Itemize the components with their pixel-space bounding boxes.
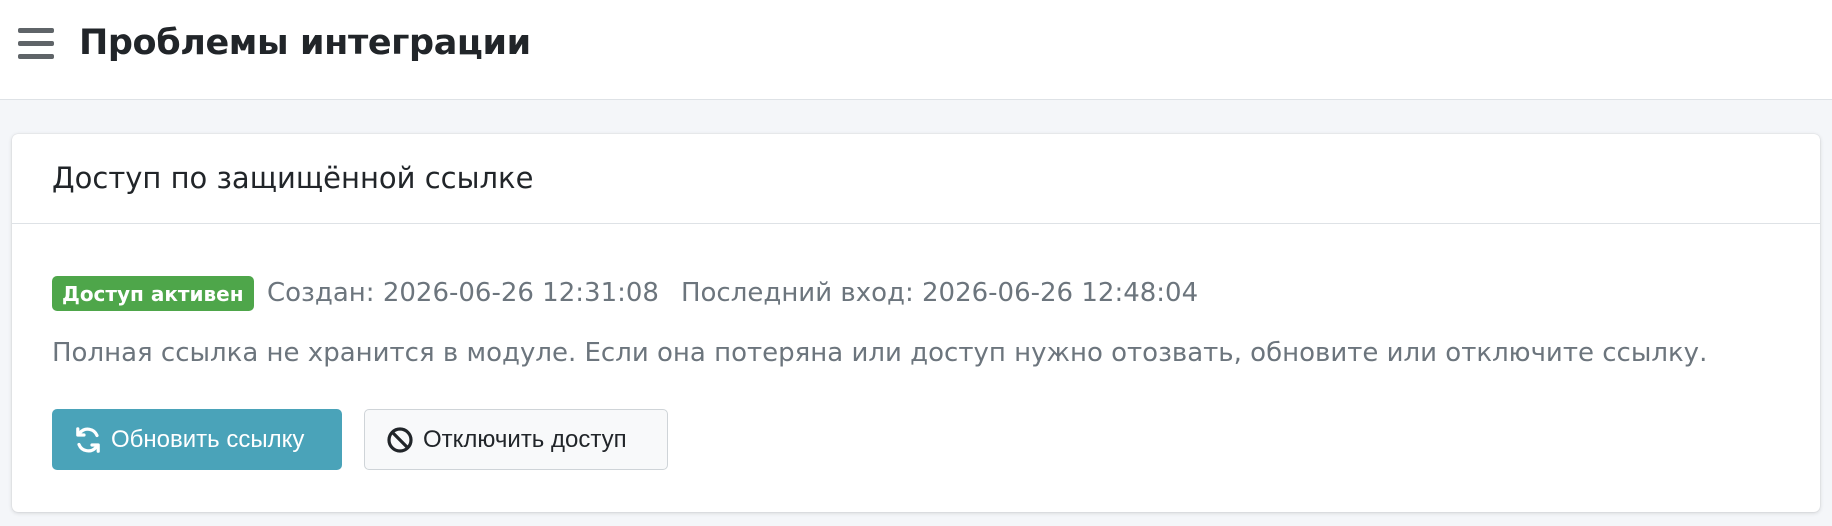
status-badge: Доступ активен	[52, 276, 254, 311]
refresh-link-button[interactable]: Обновить ссылку	[52, 409, 342, 470]
created-timestamp: Создан: 2026-06-26 12:31:08	[267, 278, 659, 308]
menu-bar-top	[18, 28, 54, 33]
last-login-timestamp: Последний вход: 2026-06-26 12:48:04	[680, 278, 1199, 308]
access-metadata: Создан: 2026-06-26 12:31:08 Последний вх…	[267, 275, 1198, 311]
card-title: Доступ по защищённой ссылке	[52, 161, 534, 195]
access-description: Полная ссылка не хранится в модуле. Если…	[52, 338, 1708, 368]
refresh-link-label: Обновить ссылку	[111, 425, 305, 453]
hamburger-menu-icon[interactable]	[18, 28, 54, 60]
menu-bar-middle	[18, 41, 54, 46]
ban-icon	[387, 426, 413, 453]
page-title: Проблемы интеграции	[79, 23, 531, 63]
card-header: Доступ по защищённой ссылке	[12, 134, 1820, 224]
refresh-icon	[76, 426, 100, 453]
disable-access-label: Отключить доступ	[423, 425, 627, 453]
disable-access-button[interactable]: Отключить доступ	[364, 409, 668, 470]
protected-link-access-card: Доступ по защищённой ссылке Доступ актив…	[12, 134, 1820, 512]
top-navigation-bar: Проблемы интеграции	[0, 0, 1832, 100]
menu-bar-bottom	[18, 54, 54, 59]
